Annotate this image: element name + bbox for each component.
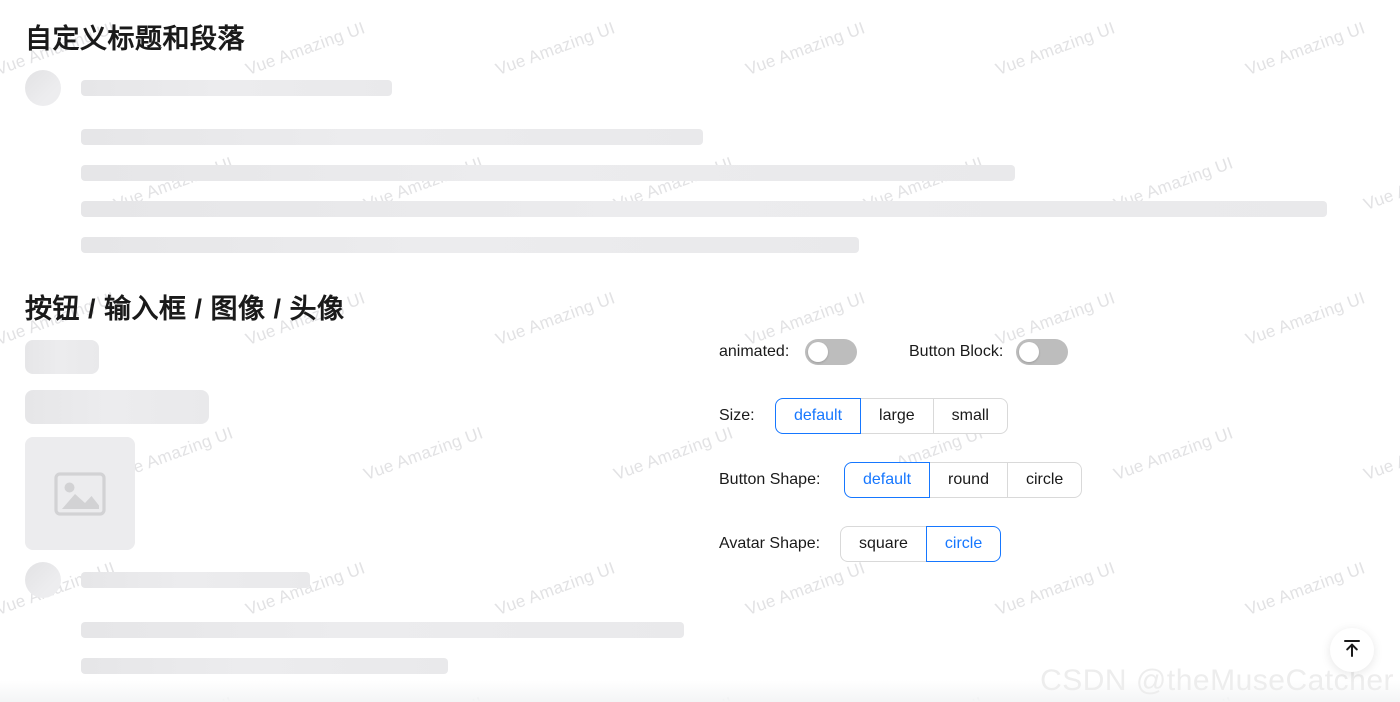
- size-option-large[interactable]: large: [861, 398, 933, 434]
- skeleton-paragraph-line: [81, 201, 1327, 217]
- skeleton-input: [25, 390, 209, 424]
- skeleton-paragraph-line: [81, 622, 684, 638]
- animated-switch[interactable]: [805, 339, 857, 365]
- size-option-small[interactable]: small: [932, 398, 1008, 434]
- button-shape-option-default[interactable]: default: [844, 462, 931, 498]
- avatar-shape-option-square[interactable]: square: [840, 526, 926, 562]
- button-block-switch[interactable]: [1016, 339, 1069, 365]
- section-title-controls: 按钮 / 输入框 / 图像 / 头像: [25, 294, 345, 324]
- avatar-shape-label: Avatar Shape:: [719, 535, 821, 552]
- section-title-paragraph: 自定义标题和段落: [25, 24, 245, 54]
- back-to-top-button[interactable]: [1330, 628, 1374, 672]
- controls-panel: animated: Button Block: Size: default lar…: [719, 334, 1379, 590]
- row-size: Size: default large small: [719, 398, 1379, 434]
- skeleton-paragraph-line: [81, 129, 703, 145]
- button-shape-label: Button Shape:: [719, 471, 821, 488]
- image-placeholder: [25, 437, 135, 550]
- size-label: Size:: [719, 407, 755, 424]
- avatar-shape-segmented-control[interactable]: square circle: [840, 526, 1002, 562]
- page-content: 自定义标题和段落 按钮 / 输入框 / 图像 / 头像 animated: Bu…: [0, 0, 1400, 702]
- image-placeholder-icon: [54, 471, 106, 516]
- switch-knob: [1019, 342, 1040, 362]
- skeleton-title-bar: [81, 80, 392, 96]
- button-shape-option-circle[interactable]: circle: [1006, 462, 1083, 498]
- button-shape-option-round[interactable]: round: [930, 462, 1007, 498]
- arrow-up-to-bar-icon: [1341, 637, 1363, 664]
- skeleton-paragraph-line: [81, 572, 310, 588]
- skeleton-button: [25, 340, 99, 374]
- skeleton-paragraph-line: [81, 165, 1015, 181]
- row-button-shape: Button Shape: default round circle: [719, 462, 1379, 498]
- skeleton-avatar: [25, 70, 61, 106]
- size-option-default[interactable]: default: [775, 398, 862, 434]
- switch-knob: [808, 342, 828, 362]
- avatar-shape-option-circle[interactable]: circle: [925, 526, 1002, 562]
- skeleton-paragraph-line: [81, 658, 448, 674]
- skeleton-paragraph-line: [81, 237, 859, 253]
- row-avatar-shape: Avatar Shape: square circle: [719, 526, 1379, 562]
- animated-label: animated:: [719, 343, 790, 360]
- button-shape-segmented-control[interactable]: default round circle: [844, 462, 1083, 498]
- skeleton-avatar: [25, 562, 61, 598]
- size-segmented-control[interactable]: default large small: [775, 398, 1008, 434]
- row-switches: animated: Button Block:: [719, 334, 1379, 370]
- button-block-label: Button Block:: [909, 343, 1004, 360]
